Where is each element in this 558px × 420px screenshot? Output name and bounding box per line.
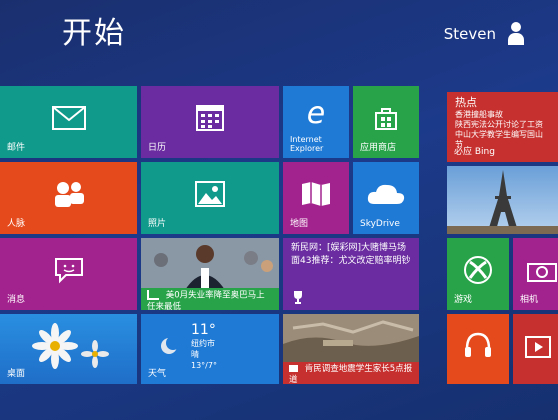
weather-temp: 11° <box>191 322 216 338</box>
finance-bar: 美0月失业率降至奥巴马上任来最低 <box>141 288 279 310</box>
calendar-label: 日历 <box>148 143 167 153</box>
ie-tile[interactable]: e Internet Explorer <box>283 86 349 158</box>
store-icon <box>375 107 397 130</box>
finance-headline: 美0月失业率降至奥巴马上任来最低 <box>147 290 265 311</box>
bing-item-2: 陕西宪法公开讨论了工资 <box>455 120 543 129</box>
messaging-icon <box>54 257 83 284</box>
weather-range: 13°/7° <box>191 361 217 370</box>
people-icon <box>54 181 84 207</box>
desktop-label: 桌面 <box>7 369 26 379</box>
news-headline: 新民网：[娱彩网]大赌博马场面43推荐：尤文改定赔率明钞 <box>291 243 411 266</box>
user-name: Steven <box>443 25 496 43</box>
user-avatar-icon <box>506 22 526 46</box>
travel-photo-image <box>283 314 419 362</box>
start-title: 开始 <box>62 16 126 51</box>
maps-label: 地图 <box>290 219 309 229</box>
travel-briefcase-icon <box>289 365 298 372</box>
ie-icon: e <box>306 96 326 131</box>
calendar-icon <box>196 104 224 131</box>
ie-label: Internet Explorer <box>290 135 324 153</box>
games-label: 游戏 <box>454 295 473 305</box>
mail-tile[interactable]: 邮件 <box>0 86 137 158</box>
photos-label: 照片 <box>148 219 167 229</box>
cloud-icon <box>367 184 405 204</box>
finance-photo-image <box>141 238 279 290</box>
messaging-tile[interactable]: 消息 <box>0 238 137 310</box>
music-tile[interactable] <box>447 314 509 384</box>
people-tile[interactable]: 人脉 <box>0 162 137 234</box>
user-account[interactable]: Steven <box>444 22 526 46</box>
headphones-icon <box>465 332 491 357</box>
video-tile[interactable] <box>513 314 558 384</box>
camera-icon <box>527 263 557 282</box>
store-label: 应用商店 <box>360 143 397 153</box>
skydrive-tile[interactable]: SkyDrive <box>353 162 419 234</box>
camera-tile[interactable]: 相机 <box>513 238 558 310</box>
weather-label: 天气 <box>148 369 167 379</box>
finance-tile[interactable]: 美0月失业率降至奥巴马上任来最低 <box>141 238 279 310</box>
messaging-label: 消息 <box>7 295 26 305</box>
eiffel-tower-image <box>447 170 558 234</box>
weather-tile[interactable]: 11° 纽约市 晴 13°/7° 天气 <box>141 314 279 384</box>
desktop-tile[interactable]: 桌面 <box>0 314 137 384</box>
map-icon <box>302 181 330 206</box>
finance-chart-icon <box>147 290 159 300</box>
trophy-icon <box>294 291 302 304</box>
maps-tile[interactable]: 地图 <box>283 162 349 234</box>
photos-icon <box>195 180 225 207</box>
news-tile[interactable]: 新民网：[娱彩网]大赌博马场面43推荐：尤文改定赔率明钞 <box>283 238 419 310</box>
travel-headline: 肯民调查地震学生家长5点报道 <box>289 364 413 384</box>
weather-condition: 晴 <box>191 350 199 359</box>
mail-label: 邮件 <box>7 143 26 153</box>
store-tile[interactable]: 应用商店 <box>353 86 419 158</box>
eiffel-photo-tile[interactable] <box>447 166 558 234</box>
bing-tile[interactable]: 热点 香港撞船事故 陕西宪法公开讨论了工资 中山大学教学生编写国山节 必应 Bi… <box>447 92 558 162</box>
bing-item-1: 香港撞船事故 <box>455 110 503 119</box>
calendar-tile[interactable]: 日历 <box>141 86 279 158</box>
games-tile[interactable]: 游戏 <box>447 238 509 310</box>
travel-tile[interactable]: 肯民调查地震学生家长5点报道 <box>283 314 419 384</box>
mail-icon <box>51 105 86 130</box>
people-label: 人脉 <box>7 219 26 229</box>
skydrive-label: SkyDrive <box>360 219 400 229</box>
xbox-icon <box>464 255 492 284</box>
bing-label: 必应 Bing <box>454 147 495 157</box>
travel-bar: 肯民调查地震学生家长5点报道 <box>283 362 419 384</box>
camera-label: 相机 <box>520 295 539 305</box>
bing-heading: 热点 <box>455 96 477 109</box>
video-icon <box>525 336 551 358</box>
weather-city: 纽约市 <box>191 339 215 348</box>
moon-icon <box>161 336 179 354</box>
photos-tile[interactable]: 照片 <box>141 162 279 234</box>
